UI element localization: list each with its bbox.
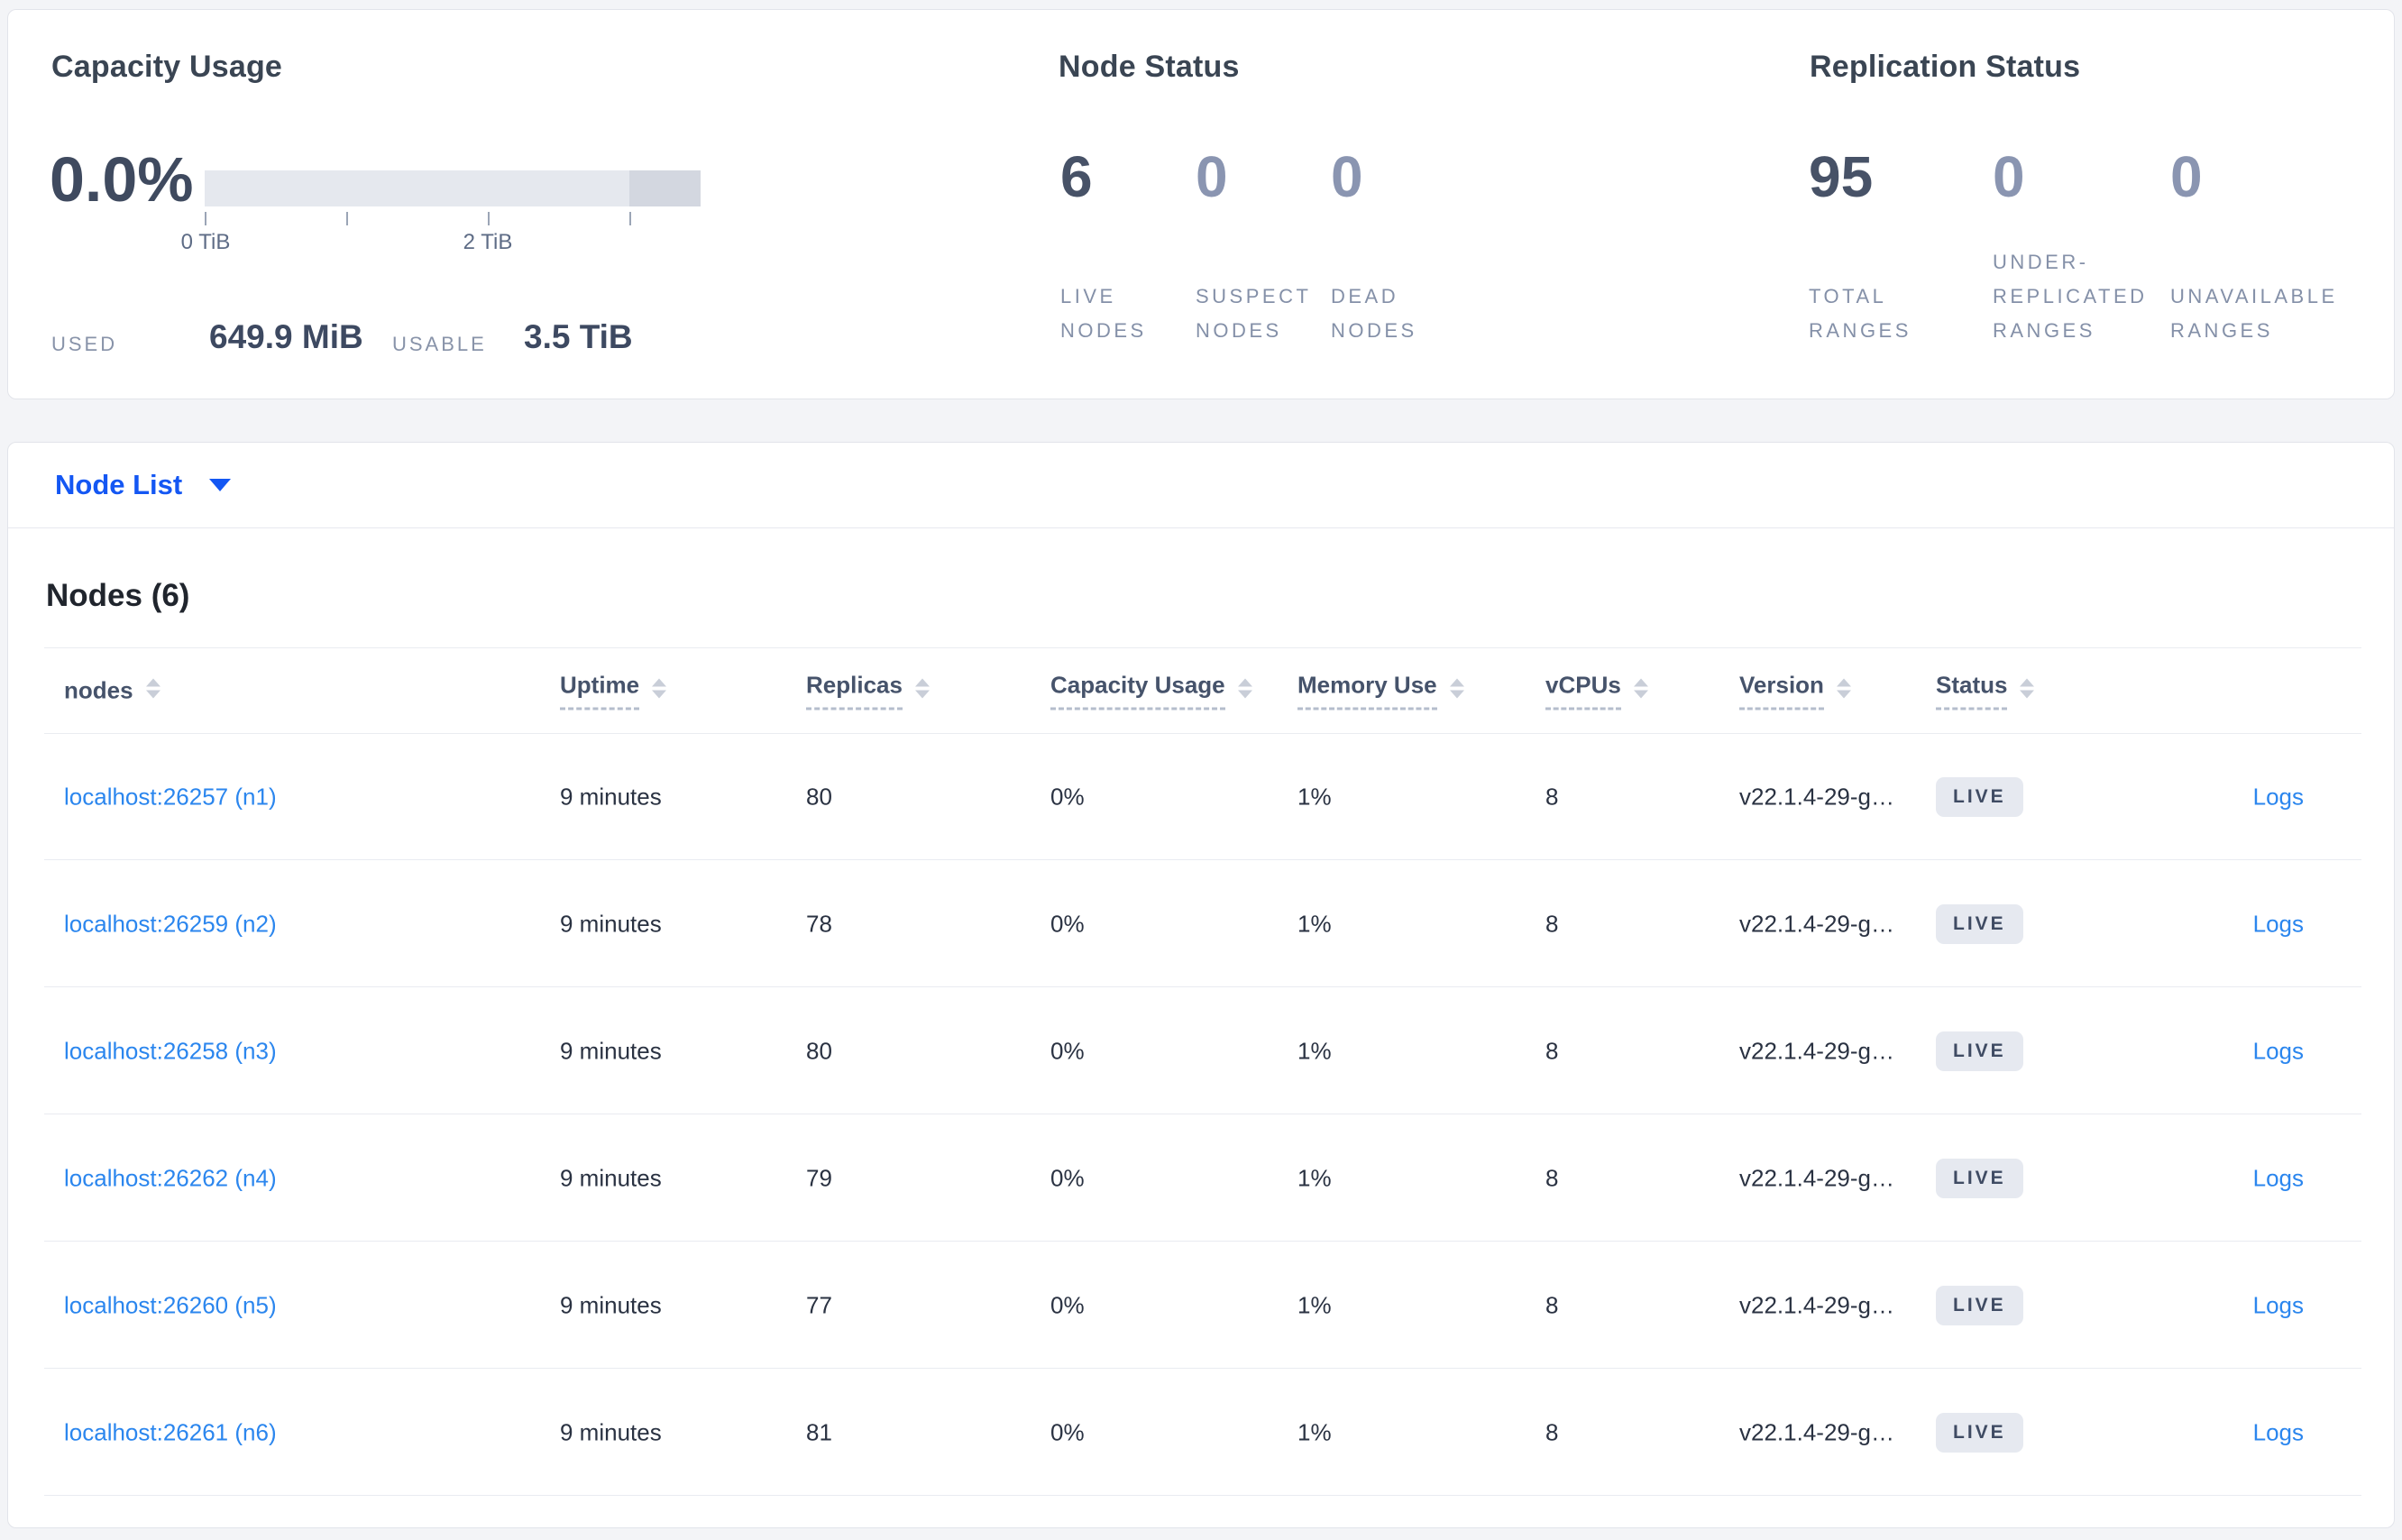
capacity-usage-cell: 0%	[1050, 1164, 1085, 1191]
under-replicated-ranges-count: 0	[1993, 144, 2025, 209]
status-cell: LIVE	[1936, 1285, 2023, 1325]
table-row: localhost:26261 (n6) 9 minutes 81 0% 1% …	[8, 1369, 2394, 1496]
status-cell: LIVE	[1936, 903, 2023, 944]
capacity-used-percent: 0.0%	[50, 144, 194, 215]
total-ranges-count: 95	[1809, 144, 1874, 209]
capacity-bar	[205, 170, 701, 206]
vcpus-cell: 8	[1545, 910, 1559, 937]
used-value: 649.9 MiB	[209, 318, 363, 355]
capacity-tick-label: 2 TiB	[463, 230, 513, 254]
memory-use-cell: 1%	[1297, 910, 1332, 937]
version-cell: v22.1.4-29-g…	[1739, 1418, 1894, 1445]
unavailable-ranges-count: 0	[2170, 144, 2203, 209]
capacity-usage-title: Capacity Usage	[51, 50, 283, 84]
uptime-cell: 9 minutes	[560, 910, 662, 937]
table-row: localhost:26262 (n4) 9 minutes 79 0% 1% …	[8, 1114, 2394, 1242]
version-cell: v22.1.4-29-g…	[1739, 1037, 1894, 1064]
vcpus-cell: 8	[1545, 1418, 1559, 1445]
memory-use-cell: 1%	[1297, 1418, 1332, 1445]
status-badge: LIVE	[1936, 1285, 2023, 1325]
cluster-summary-card: Capacity Usage 0.0% 0 TiB 2 TiB USED 649…	[7, 9, 2395, 399]
memory-use-cell: 1%	[1297, 1164, 1332, 1191]
capacity-usage-cell: 0%	[1050, 783, 1085, 810]
node-status-title: Node Status	[1059, 50, 1240, 84]
used-label: USED	[51, 333, 118, 355]
version-cell: v22.1.4-29-g…	[1739, 1164, 1894, 1191]
logs-link[interactable]: Logs	[2253, 1291, 2304, 1319]
logs-link[interactable]: Logs	[2253, 783, 2304, 811]
version-cell: v22.1.4-29-g…	[1739, 1291, 1894, 1318]
under-replicated-ranges-label: UNDER-REPLICATED RANGES	[1993, 251, 2148, 342]
replicas-cell: 80	[806, 1037, 832, 1064]
uptime-cell: 9 minutes	[560, 783, 662, 810]
vcpus-cell: 8	[1545, 783, 1559, 810]
node-address-link[interactable]: localhost:26258 (n3)	[64, 1037, 277, 1065]
uptime-cell: 9 minutes	[560, 1037, 662, 1064]
usable-label: USABLE	[392, 333, 487, 355]
table-body: localhost:26257 (n1) 9 minutes 80 0% 1% …	[8, 443, 2394, 1527]
version-cell: v22.1.4-29-g…	[1739, 910, 1894, 937]
node-address-link[interactable]: localhost:26262 (n4)	[64, 1164, 277, 1192]
status-badge: LIVE	[1936, 1412, 2023, 1453]
version-cell: v22.1.4-29-g…	[1739, 783, 1894, 810]
status-badge: LIVE	[1936, 1158, 2023, 1198]
replicas-cell: 81	[806, 1418, 832, 1445]
capacity-tick-mark	[488, 212, 490, 225]
status-badge: LIVE	[1936, 903, 2023, 944]
replication-status-title: Replication Status	[1810, 50, 2081, 84]
capacity-usage-cell: 0%	[1050, 1418, 1085, 1445]
uptime-cell: 9 minutes	[560, 1418, 662, 1445]
suspect-nodes-label: SUSPECT NODES	[1196, 285, 1312, 342]
memory-use-cell: 1%	[1297, 783, 1332, 810]
vcpus-cell: 8	[1545, 1037, 1559, 1064]
status-cell: LIVE	[1936, 1031, 2023, 1071]
node-address-link[interactable]: localhost:26261 (n6)	[64, 1418, 277, 1446]
uptime-cell: 9 minutes	[560, 1291, 662, 1318]
memory-use-cell: 1%	[1297, 1037, 1332, 1064]
capacity-tick-mark	[346, 212, 348, 225]
usable-value: 3.5 TiB	[524, 318, 633, 355]
node-address-link[interactable]: localhost:26260 (n5)	[64, 1291, 277, 1319]
node-list-card: Node List Nodes (6) nodes Uptime Replica…	[7, 442, 2395, 1528]
table-row: localhost:26257 (n1) 9 minutes 80 0% 1% …	[8, 733, 2394, 860]
status-badge: LIVE	[1936, 776, 2023, 817]
dead-nodes-label: DEAD NODES	[1331, 285, 1417, 342]
dead-nodes-count: 0	[1331, 144, 1363, 209]
status-badge: LIVE	[1936, 1031, 2023, 1071]
capacity-usage-cell: 0%	[1050, 1037, 1085, 1064]
status-cell: LIVE	[1936, 1158, 2023, 1198]
memory-use-cell: 1%	[1297, 1291, 1332, 1318]
live-nodes-count: 6	[1060, 144, 1093, 209]
capacity-tick-mark	[205, 212, 206, 225]
replicas-cell: 78	[806, 910, 832, 937]
suspect-nodes-count: 0	[1196, 144, 1228, 209]
uptime-cell: 9 minutes	[560, 1164, 662, 1191]
capacity-tick-label: 0 TiB	[180, 230, 231, 254]
live-nodes-label: LIVE NODES	[1060, 285, 1147, 342]
table-row: localhost:26260 (n5) 9 minutes 77 0% 1% …	[8, 1242, 2394, 1369]
vcpus-cell: 8	[1545, 1164, 1559, 1191]
cluster-overview-page: Capacity Usage 0.0% 0 TiB 2 TiB USED 649…	[0, 0, 2402, 1540]
unavailable-ranges-label: UNAVAILABLE RANGES	[2170, 285, 2338, 342]
capacity-usage-cell: 0%	[1050, 910, 1085, 937]
logs-link[interactable]: Logs	[2253, 1037, 2304, 1065]
vcpus-cell: 8	[1545, 1291, 1559, 1318]
capacity-tick-mark	[629, 212, 631, 225]
node-address-link[interactable]: localhost:26257 (n1)	[64, 783, 277, 811]
table-row: localhost:26258 (n3) 9 minutes 80 0% 1% …	[8, 987, 2394, 1114]
replicas-cell: 77	[806, 1291, 832, 1318]
replicas-cell: 79	[806, 1164, 832, 1191]
table-row: localhost:26259 (n2) 9 minutes 78 0% 1% …	[8, 860, 2394, 987]
status-cell: LIVE	[1936, 1412, 2023, 1453]
node-address-link[interactable]: localhost:26259 (n2)	[64, 910, 277, 938]
capacity-bar-tail-segment	[629, 170, 701, 206]
capacity-usage-cell: 0%	[1050, 1291, 1085, 1318]
logs-link[interactable]: Logs	[2253, 1418, 2304, 1446]
status-cell: LIVE	[1936, 776, 2023, 817]
replicas-cell: 80	[806, 783, 832, 810]
total-ranges-label: TOTAL RANGES	[1809, 285, 1912, 342]
logs-link[interactable]: Logs	[2253, 1164, 2304, 1192]
logs-link[interactable]: Logs	[2253, 910, 2304, 938]
